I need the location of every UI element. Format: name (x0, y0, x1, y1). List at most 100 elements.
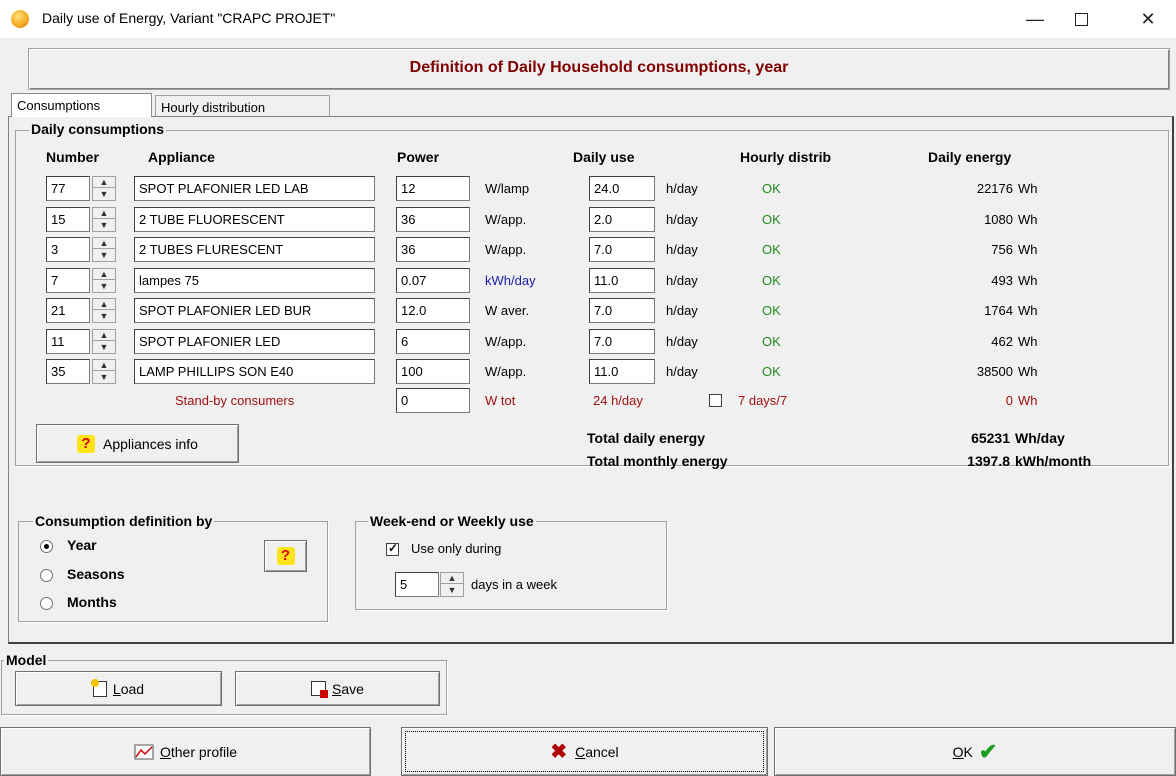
daily-energy-unit: Wh (1018, 212, 1038, 227)
power-unit: W/app. (485, 212, 527, 227)
save-mnemonic: S (332, 680, 342, 697)
days-spinner[interactable]: ▲ ▼ (440, 572, 464, 597)
power-input[interactable]: 36 (396, 237, 470, 262)
appliance-name-input[interactable]: SPOT PLAFONIER LED (134, 329, 375, 354)
power-unit: W/app. (485, 242, 527, 257)
daily-use-input[interactable]: 7.0 (589, 329, 655, 354)
total-monthly-label: Total monthly energy (587, 453, 728, 469)
number-input[interactable]: 77 (46, 176, 90, 201)
radio-months[interactable] (40, 597, 53, 610)
cancel-button[interactable]: ✖ Cancel (401, 727, 768, 776)
appliances-info-label: Appliances info (103, 435, 198, 452)
number-spinner[interactable]: ▲ ▼ (92, 298, 116, 323)
header-title: Definition of Daily Household consumptio… (409, 59, 789, 76)
daily-use-input[interactable]: 11.0 (589, 359, 655, 384)
seven-days-checkbox[interactable] (709, 394, 722, 407)
days-label: days in a week (471, 577, 557, 592)
power-input[interactable]: 12 (396, 176, 470, 201)
radio-seasons-label: Seasons (67, 566, 125, 582)
hourly-status[interactable]: OK (762, 303, 781, 318)
chart-icon (134, 744, 154, 759)
tab-consumptions[interactable]: Consumptions (11, 93, 152, 117)
other-profile-button[interactable]: Other profile (0, 727, 371, 776)
hourly-status[interactable]: OK (762, 334, 781, 349)
standby-energy-unit: Wh (1018, 393, 1038, 408)
maximize-icon[interactable] (1058, 0, 1104, 38)
tab-hourly-distribution[interactable]: Hourly distribution (155, 95, 330, 117)
power-input[interactable]: 36 (396, 207, 470, 232)
appliances-info-button[interactable]: ? Appliances info (36, 424, 239, 463)
definition-help-button[interactable]: ? (264, 540, 307, 572)
number-spinner[interactable]: ▲ ▼ (92, 268, 116, 293)
ok-button[interactable]: OK ✔ (774, 727, 1176, 776)
hourly-status[interactable]: OK (762, 242, 781, 257)
col-daily-use: Daily use (573, 149, 635, 165)
daily-use-input[interactable]: 24.0 (589, 176, 655, 201)
power-input[interactable]: 0.07 (396, 268, 470, 293)
hourly-status[interactable]: OK (762, 273, 781, 288)
daily-use-unit: h/day (666, 364, 698, 379)
number-spinner[interactable]: ▲ ▼ (92, 329, 116, 354)
number-input[interactable]: 15 (46, 207, 90, 232)
save-label: ave (341, 680, 364, 697)
check-mark-icon: ✓ (388, 541, 399, 555)
radio-year[interactable] (40, 540, 53, 553)
number-spinner[interactable]: ▲ ▼ (92, 359, 116, 384)
total-daily-unit: Wh/day (1015, 430, 1065, 446)
appliance-name-input[interactable]: lampes 75 (134, 268, 375, 293)
power-input[interactable]: 100 (396, 359, 470, 384)
minimize-icon[interactable]: — (1012, 0, 1058, 38)
standby-power-input[interactable]: 0 (396, 388, 470, 413)
standby-unit: W tot (485, 393, 516, 408)
number-spinner[interactable]: ▲ ▼ (92, 176, 116, 201)
save-button[interactable]: Save (235, 671, 440, 706)
days-input[interactable]: 5 (395, 572, 439, 597)
number-input[interactable]: 35 (46, 359, 90, 384)
close-icon[interactable]: ✕ (1125, 0, 1171, 38)
daily-use-input[interactable]: 11.0 (589, 268, 655, 293)
title-bar: Daily use of Energy, Variant "CRAPC PROJ… (0, 0, 1176, 38)
appliance-name-input[interactable]: 2 TUBES FLURESCENT (134, 237, 375, 262)
appliance-name-input[interactable]: LAMP PHILLIPS SON E40 (134, 359, 375, 384)
number-input[interactable]: 11 (46, 329, 90, 354)
daily-energy-unit: Wh (1018, 242, 1038, 257)
load-button[interactable]: Load (15, 671, 222, 706)
daily-use-unit: h/day (666, 212, 698, 227)
number-input[interactable]: 3 (46, 237, 90, 262)
daily-energy-value: 493 (991, 273, 1013, 288)
daily-use-input[interactable]: 7.0 (589, 237, 655, 262)
use-only-checkbox[interactable]: ✓ (386, 541, 399, 556)
daily-use-unit: h/day (666, 181, 698, 196)
hourly-status[interactable]: OK (762, 364, 781, 379)
number-input[interactable]: 7 (46, 268, 90, 293)
appliance-name-input[interactable]: 2 TUBE FLUORESCENT (134, 207, 375, 232)
col-power: Power (397, 149, 440, 165)
daily-use-unit: h/day (666, 303, 698, 318)
standby-label: Stand-by consumers (175, 393, 295, 408)
radio-months-label: Months (67, 594, 117, 610)
radio-seasons[interactable] (40, 569, 53, 582)
appliance-name-input[interactable]: SPOT PLAFONIER LED LAB (134, 176, 375, 201)
number-spinner[interactable]: ▲ ▼ (92, 207, 116, 232)
load-icon (90, 678, 107, 697)
power-input[interactable]: 12.0 (396, 298, 470, 323)
other-profile-label: ther profile (170, 743, 238, 760)
cancel-mnemonic: C (575, 743, 586, 760)
hourly-status[interactable]: OK (762, 181, 781, 196)
other-profile-mnemonic: O (159, 743, 171, 760)
daily-energy-value: 38500 (976, 364, 1013, 379)
total-daily-value: 65231 (971, 430, 1010, 446)
daily-use-input[interactable]: 2.0 (589, 207, 655, 232)
appliance-name-input[interactable]: SPOT PLAFONIER LED BUR (134, 298, 375, 323)
header-banner: Definition of Daily Household consumptio… (28, 48, 1170, 90)
save-icon (311, 681, 329, 698)
power-input[interactable]: 6 (396, 329, 470, 354)
ok-label: K (963, 743, 973, 760)
hourly-status[interactable]: OK (762, 212, 781, 227)
number-input[interactable]: 21 (46, 298, 90, 323)
window-title: Daily use of Energy, Variant "CRAPC PROJ… (42, 10, 336, 26)
daily-use-unit: h/day (666, 242, 698, 257)
number-spinner[interactable]: ▲ ▼ (92, 237, 116, 262)
total-monthly-unit: kWh/month (1015, 453, 1092, 469)
daily-use-input[interactable]: 7.0 (589, 298, 655, 323)
